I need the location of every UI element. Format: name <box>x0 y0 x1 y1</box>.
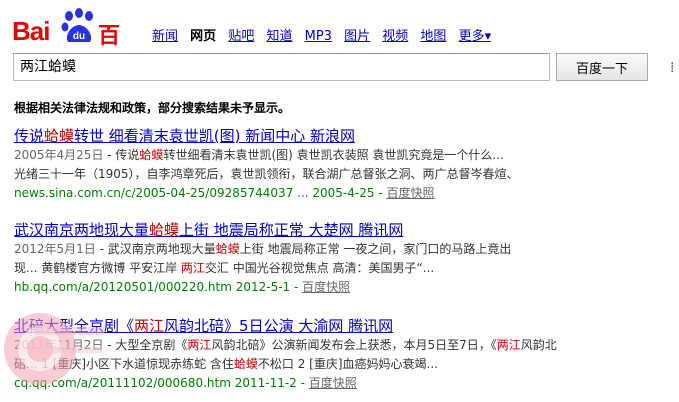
result-title[interactable]: 传说蛤蟆转世 细看清末袁世凯(图) 新闻中心 新浪网 <box>14 126 574 146</box>
snapshot-link[interactable]: 百度快照 <box>302 280 350 294</box>
keyword-highlight: 蛤蟆 <box>149 221 180 239</box>
nav-web: 网页 <box>190 29 217 44</box>
nav-video[interactable]: 视频 <box>382 29 408 44</box>
search-result: 武汉南京两地现大量蛤蟆上街 地震局称正常 大楚网 腾讯网 2012年5月1日 -… <box>14 220 574 297</box>
search-input[interactable] <box>14 54 546 78</box>
paw-icon: du <box>61 8 93 42</box>
legal-notice: 根据相关法律法规和政策，部分搜索结果未予显示。 <box>14 101 291 115</box>
result-abstract-line: 光绪三十一年（1905），自李鸿章死后，袁世凯领衔，联合湖广总督张之洞、两广总督… <box>14 165 574 184</box>
nav-news[interactable]: 新闻 <box>152 29 178 44</box>
text-run: 风韵北 <box>520 338 557 352</box>
text-run: 转世细看清末袁世凯(图) 袁世凯衣装照 袁世凯究竟是一个什么... <box>163 148 504 162</box>
snapshot-link[interactable]: 百度快照 <box>309 376 357 390</box>
text-run: 上街 地震局称正常 一夜之间，家门口的马路上竟出 <box>239 242 512 256</box>
watermark-logo-icon <box>4 313 104 385</box>
result-abstract-line: 2012年5月1日 - 武汉南京两地现大量蛤蟆上街 地震局称正常 一夜之间，家门… <box>14 240 574 259</box>
text-run: 上街 地震局称正常 大楚网 腾讯网 <box>179 221 404 239</box>
result-date: 2005年4月25日 <box>14 148 104 162</box>
baidu-logo[interactable]: Bai du 百度 <box>12 6 137 81</box>
nav-zhidao[interactable]: 知道 <box>266 29 292 44</box>
nav-more[interactable]: 更多▾ <box>459 29 492 44</box>
search-button[interactable]: 百度一下 <box>556 53 648 81</box>
result-url: news.sina.com.cn/c/2005-04-25/0928574403… <box>14 186 375 200</box>
nav-mp3[interactable]: MP3 <box>305 29 332 44</box>
text-run: 交汇 中国光谷视觉焦点 高清：美国男子“... <box>204 261 435 275</box>
text-run: 现... 黄鹤楼官方微博 平安江岸 <box>14 261 181 275</box>
logo-latin: Bai <box>12 16 50 46</box>
result-title[interactable]: 武汉南京两地现大量蛤蟆上街 地震局称正常 大楚网 腾讯网 <box>14 220 574 240</box>
logo-paw-text: du <box>73 31 85 42</box>
text-run: 转世 细看清末袁世凯(图) 新闻中心 新浪网 <box>74 127 356 145</box>
keyword-highlight: 蛤蟆 <box>139 148 164 162</box>
text-run: 风韵北碚》公演新闻发布会上获悉，本月5日至7日，《 <box>211 338 497 352</box>
text-run: 光绪三十一年（1905），自李鸿章死后，袁世凯领衔，联合湖广总督张之洞、两广总督… <box>14 167 519 181</box>
result-date: 2012年5月1日 <box>14 242 96 256</box>
text-run: 风韵北碚》5日公演 大渝网 腾讯网 <box>164 317 394 335</box>
edge-mark: ⁞ <box>670 60 675 76</box>
text-run: - 武汉南京两地现大量 <box>95 242 216 256</box>
keyword-highlight: 两江 <box>187 338 212 352</box>
keyword-highlight: 蛤蟆 <box>215 242 240 256</box>
result-abstract-line: 现... 黄鹤楼官方微博 平安江岸 两江交汇 中国光谷视觉焦点 高清：美国男子“… <box>14 259 574 278</box>
snapshot-link[interactable]: 百度快照 <box>386 186 434 200</box>
result-abstract-line: 2005年4月25日 - 传说蛤蟆转世细看清末袁世凯(图) 袁世凯衣装照 袁世凯… <box>14 146 574 165</box>
keyword-highlight: 蛤蟆 <box>44 127 75 145</box>
nav-tieba[interactable]: 贴吧 <box>228 29 254 44</box>
search-result: 传说蛤蟆转世 细看清末袁世凯(图) 新闻中心 新浪网 2005年4月25日 - … <box>14 126 574 203</box>
keyword-highlight: 两江 <box>180 261 205 275</box>
keyword-highlight: 两江 <box>134 317 165 335</box>
keyword-highlight: 蛤蟆 <box>233 357 258 371</box>
keyword-highlight: 两江 <box>496 338 521 352</box>
result-url-line: news.sina.com.cn/c/2005-04-25/0928574403… <box>14 186 435 200</box>
text-run: 武汉南京两地现大量 <box>14 221 150 239</box>
text-run: - 大型全京剧《 <box>103 338 188 352</box>
nav-map[interactable]: 地图 <box>420 29 446 44</box>
text-run: 传说 <box>14 127 45 145</box>
top-nav: 新闻 网页 贴吧 知道 MP3 图片 视频 地图 更多▾ <box>152 25 499 44</box>
text-run: - 传说 <box>103 148 140 162</box>
nav-images[interactable]: 图片 <box>344 29 370 44</box>
search-box <box>13 53 550 81</box>
text-run: 不松口 2 [重庆]血癌妈妈心衰竭... <box>257 357 438 371</box>
